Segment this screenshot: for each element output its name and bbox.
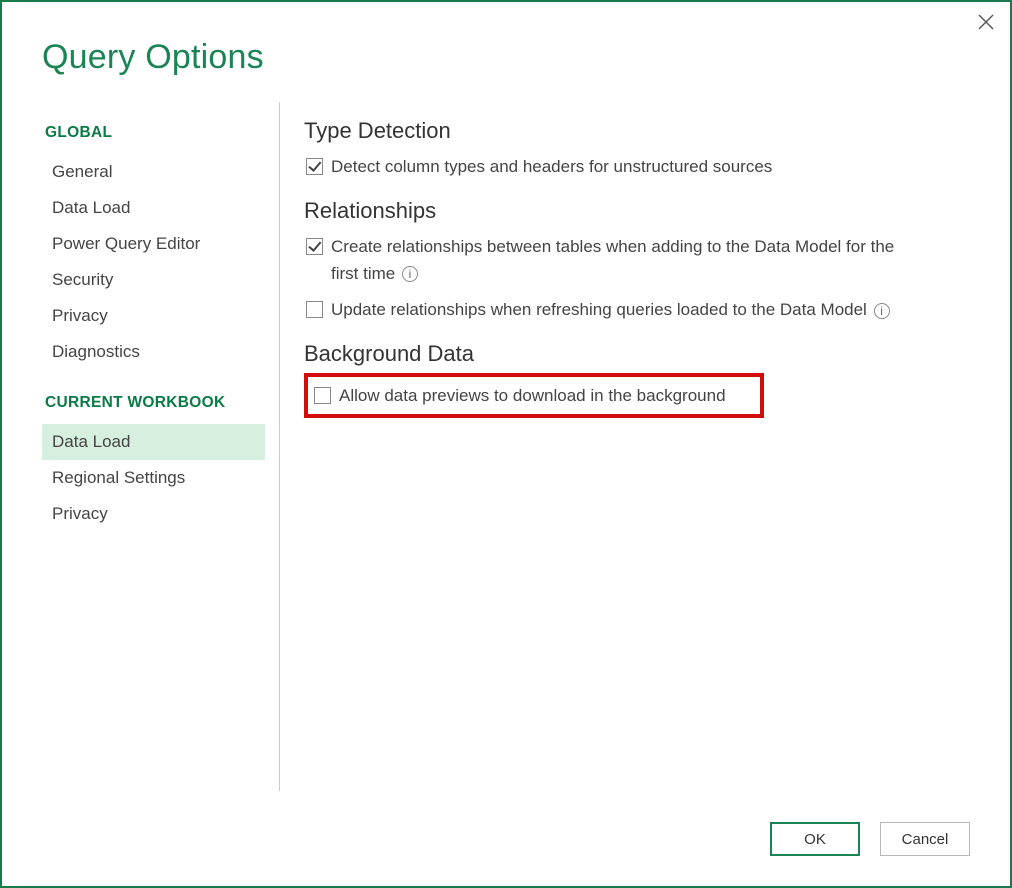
allow-background-previews-label: Allow data previews to download in the b… [339, 383, 726, 409]
background-data-heading: Background Data [304, 341, 970, 367]
sidebar-item-privacy-global[interactable]: Privacy [42, 298, 265, 334]
sidebar-item-data-load-workbook[interactable]: Data Load [42, 424, 265, 460]
type-detection-heading: Type Detection [304, 118, 970, 144]
detect-column-types-checkbox[interactable] [306, 158, 323, 175]
create-relationships-label: Create relationships between tables when… [331, 234, 921, 287]
info-icon[interactable]: i [874, 303, 890, 319]
ok-button[interactable]: OK [770, 822, 860, 856]
close-icon [978, 14, 994, 30]
sidebar-section-global: GLOBAL [45, 124, 265, 142]
detect-column-types-option[interactable]: Detect column types and headers for unst… [304, 154, 970, 180]
footer: OK Cancel [770, 822, 970, 856]
relationships-heading: Relationships [304, 198, 970, 224]
allow-background-previews-option[interactable]: Allow data previews to download in the b… [312, 383, 756, 409]
update-relationships-label-text: Update relationships when refreshing que… [331, 300, 867, 319]
content: GLOBAL General Data Load Power Query Edi… [42, 102, 970, 791]
create-relationships-option[interactable]: Create relationships between tables when… [304, 234, 970, 287]
detect-column-types-label: Detect column types and headers for unst… [331, 154, 772, 180]
sidebar-item-general[interactable]: General [42, 154, 265, 190]
sidebar-item-diagnostics[interactable]: Diagnostics [42, 334, 265, 370]
update-relationships-checkbox[interactable] [306, 301, 323, 318]
sidebar-item-power-query-editor[interactable]: Power Query Editor [42, 226, 265, 262]
main-panel: Type Detection Detect column types and h… [280, 102, 970, 791]
info-icon[interactable]: i [402, 266, 418, 282]
sidebar: GLOBAL General Data Load Power Query Edi… [42, 102, 280, 791]
sidebar-section-workbook: CURRENT WORKBOOK [45, 394, 265, 412]
sidebar-item-privacy-workbook[interactable]: Privacy [42, 496, 265, 532]
highlight-box: Allow data previews to download in the b… [304, 373, 764, 417]
sidebar-item-regional-settings[interactable]: Regional Settings [42, 460, 265, 496]
dialog-title: Query Options [42, 38, 264, 77]
cancel-button[interactable]: Cancel [880, 822, 970, 856]
sidebar-item-security[interactable]: Security [42, 262, 265, 298]
update-relationships-option[interactable]: Update relationships when refreshing que… [304, 297, 970, 323]
sidebar-item-data-load-global[interactable]: Data Load [42, 190, 265, 226]
close-button[interactable] [976, 12, 996, 32]
create-relationships-checkbox[interactable] [306, 238, 323, 255]
allow-background-previews-checkbox[interactable] [314, 387, 331, 404]
update-relationships-label: Update relationships when refreshing que… [331, 297, 890, 323]
